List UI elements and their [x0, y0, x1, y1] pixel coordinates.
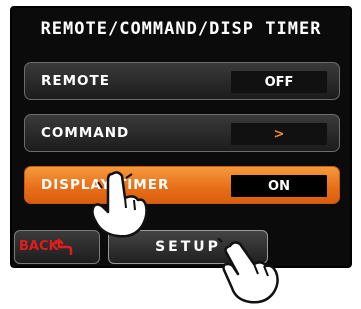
pointing-hand-icon: [91, 168, 148, 238]
pointing-hand-icon: [217, 238, 279, 304]
menu-row-value: >: [231, 123, 327, 145]
menu-row-value: OFF: [231, 71, 327, 93]
screen-title: REMOTE/COMMAND/DISP TIMER: [40, 19, 322, 39]
menu-row-command[interactable]: COMMAND >: [24, 114, 340, 152]
radio-display-screen: REMOTE/COMMAND/DISP TIMER REMOTE OFF COM…: [10, 6, 352, 268]
back-arrow-icon: [54, 238, 73, 255]
menu-row-label: REMOTE: [41, 73, 110, 89]
menu-row-display-timer[interactable]: DISPLAY TIMER ON: [24, 166, 340, 204]
menu-row-label: COMMAND: [41, 125, 130, 141]
menu-row-value: ON: [231, 175, 327, 197]
bottom-bar: BACK SETUP: [12, 228, 350, 266]
menu-row-remote[interactable]: REMOTE OFF: [24, 62, 340, 100]
